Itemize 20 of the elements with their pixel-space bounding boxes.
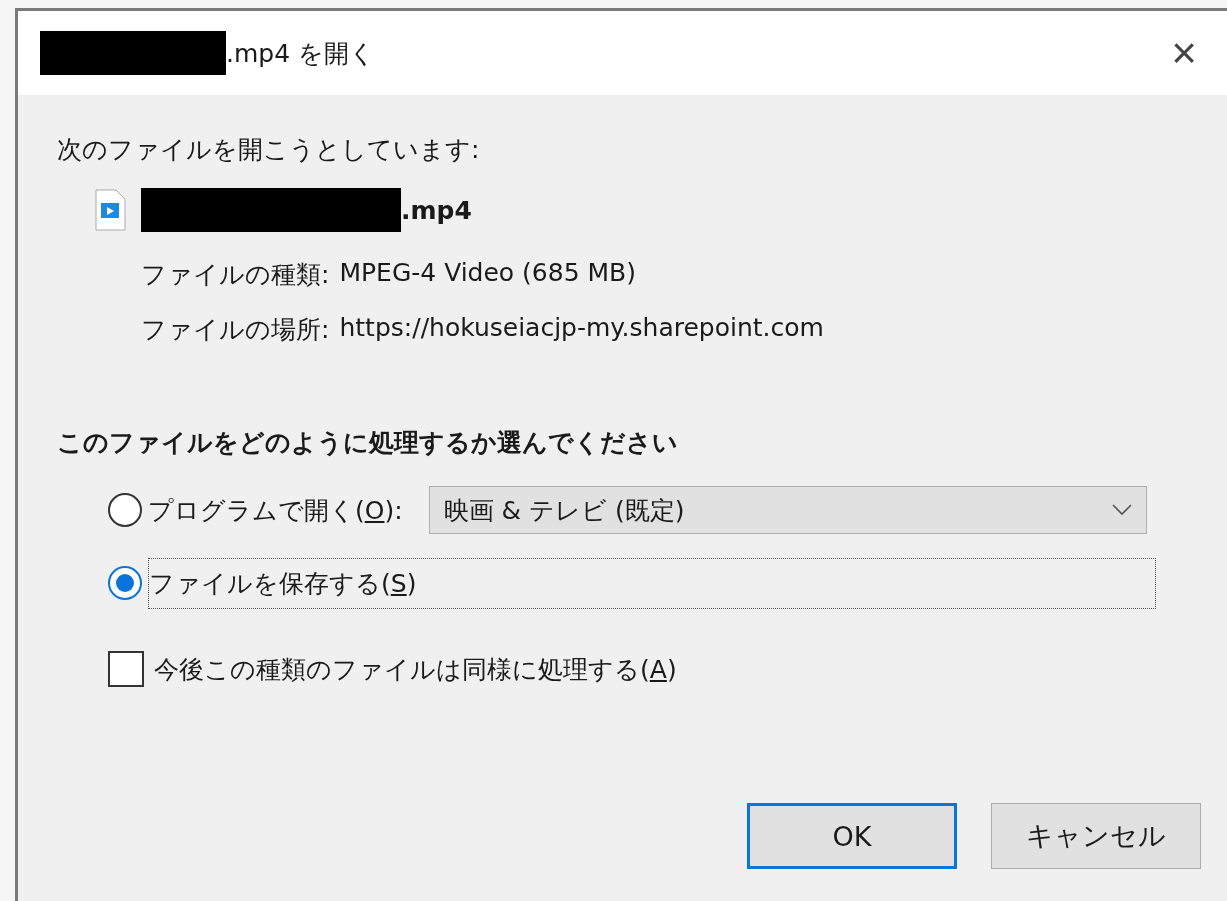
checkbox-label: 今後この種類のファイルは同様に処理する(A): [154, 653, 677, 686]
close-button[interactable]: ×: [1149, 18, 1219, 88]
window-title: .mp4 を開く: [226, 37, 376, 70]
question-heading: このファイルをどのように処理するか選んでください: [57, 427, 679, 459]
intro-text: 次のファイルを開こうとしています:: [57, 134, 481, 166]
ok-button[interactable]: OK: [747, 803, 957, 869]
checkbox[interactable]: [108, 651, 144, 687]
detail-label: ファイルの種類:: [141, 259, 330, 291]
radio-label: ファイルを保存する(S): [148, 557, 1156, 609]
chevron-down-icon: [1111, 504, 1132, 516]
file-name: .mp4: [401, 195, 472, 225]
radio-button[interactable]: [108, 493, 142, 527]
program-dropdown[interactable]: 映画 & テレビ (既定): [428, 486, 1147, 534]
radio-button[interactable]: [108, 566, 142, 600]
detail-label: ファイルの場所:: [141, 314, 330, 346]
detail-value: MPEG-4 Video (685 MB): [339, 258, 637, 289]
radio-label: プログラムで開く(O):: [148, 494, 403, 527]
video-file-icon: [93, 189, 127, 231]
cancel-button[interactable]: キャンセル: [991, 803, 1201, 869]
detail-value: https://hokuseiacjp-my.sharepoint.com: [339, 313, 824, 344]
